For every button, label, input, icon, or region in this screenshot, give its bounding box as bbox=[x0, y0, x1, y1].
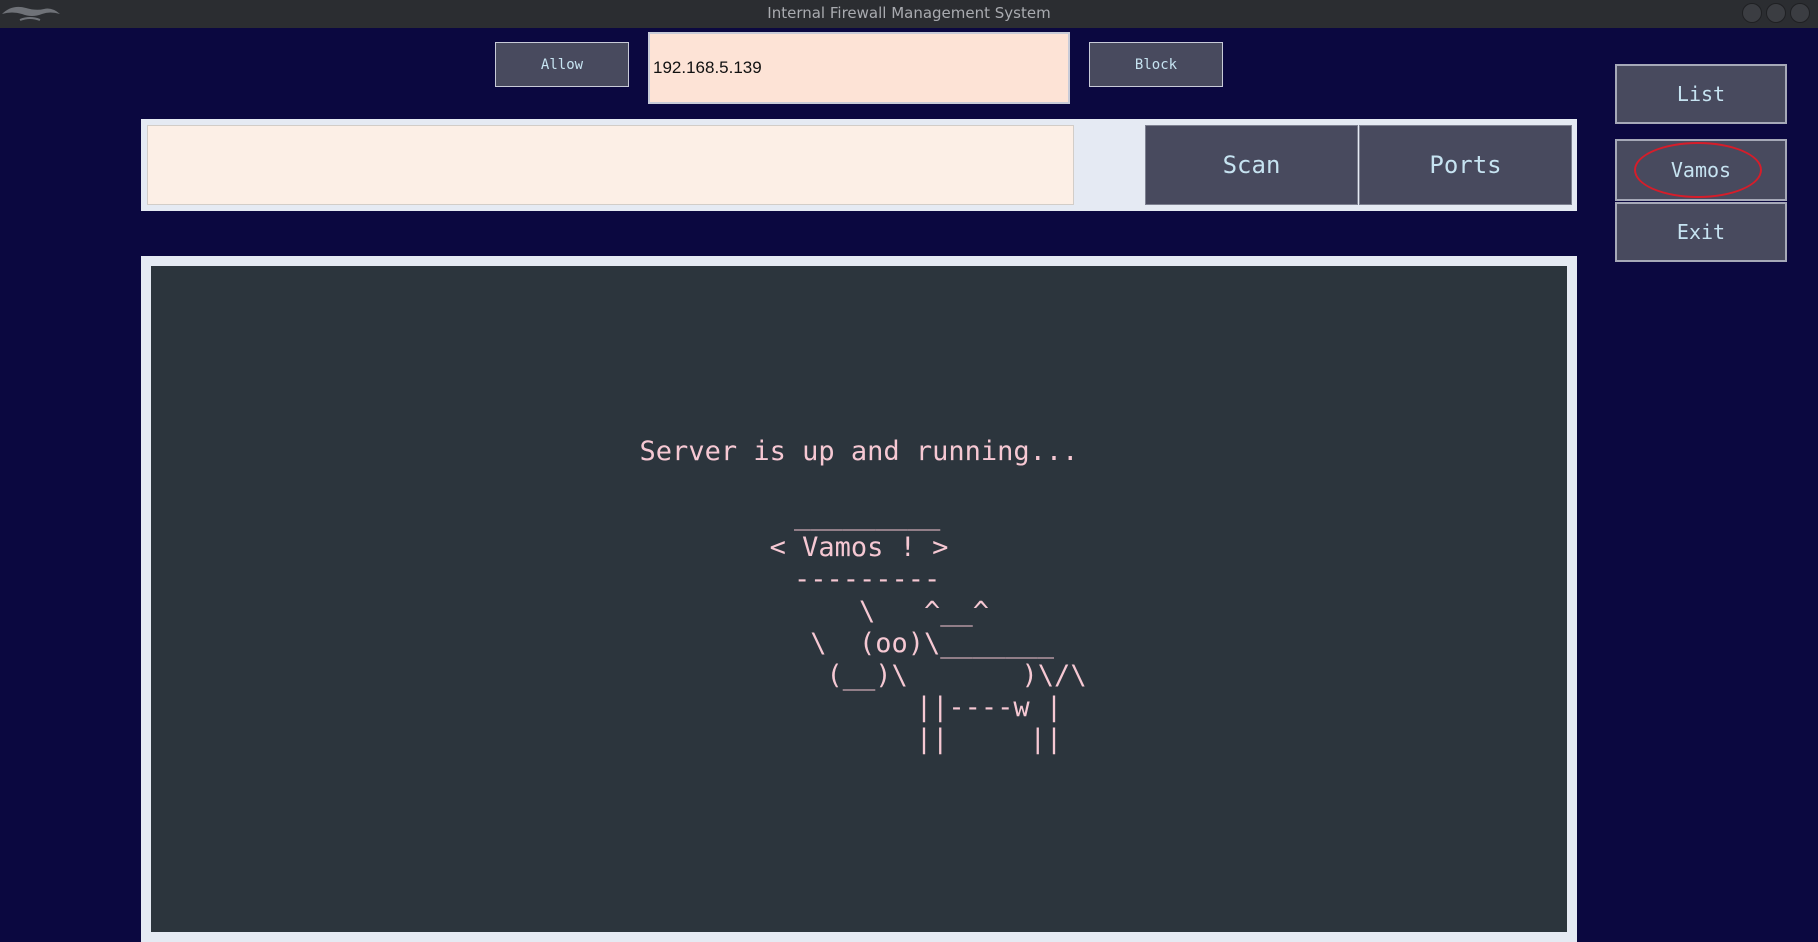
block-button[interactable]: Block bbox=[1089, 42, 1223, 87]
console-output-area: Server is up and running... _________ < … bbox=[151, 266, 1567, 932]
allow-button[interactable]: Allow bbox=[495, 42, 629, 87]
window-title: Internal Firewall Management System bbox=[767, 4, 1051, 22]
close-icon[interactable] bbox=[1790, 3, 1810, 23]
console-output-text: Server is up and running... _________ < … bbox=[639, 436, 1087, 755]
exit-button[interactable]: Exit bbox=[1615, 202, 1787, 262]
scan-button[interactable]: Scan bbox=[1145, 125, 1358, 205]
minimize-icon[interactable] bbox=[1742, 3, 1762, 23]
vamos-button[interactable]: Vamos bbox=[1615, 139, 1787, 201]
command-input[interactable] bbox=[147, 125, 1074, 205]
maximize-icon[interactable] bbox=[1766, 3, 1786, 23]
ip-address-input[interactable] bbox=[648, 32, 1070, 104]
ports-button[interactable]: Ports bbox=[1359, 125, 1572, 205]
list-button[interactable]: List bbox=[1615, 64, 1787, 124]
window-titlebar: Internal Firewall Management System bbox=[0, 0, 1818, 28]
console-frame: Server is up and running... _________ < … bbox=[141, 256, 1577, 942]
kali-dragon-icon bbox=[2, 6, 60, 21]
